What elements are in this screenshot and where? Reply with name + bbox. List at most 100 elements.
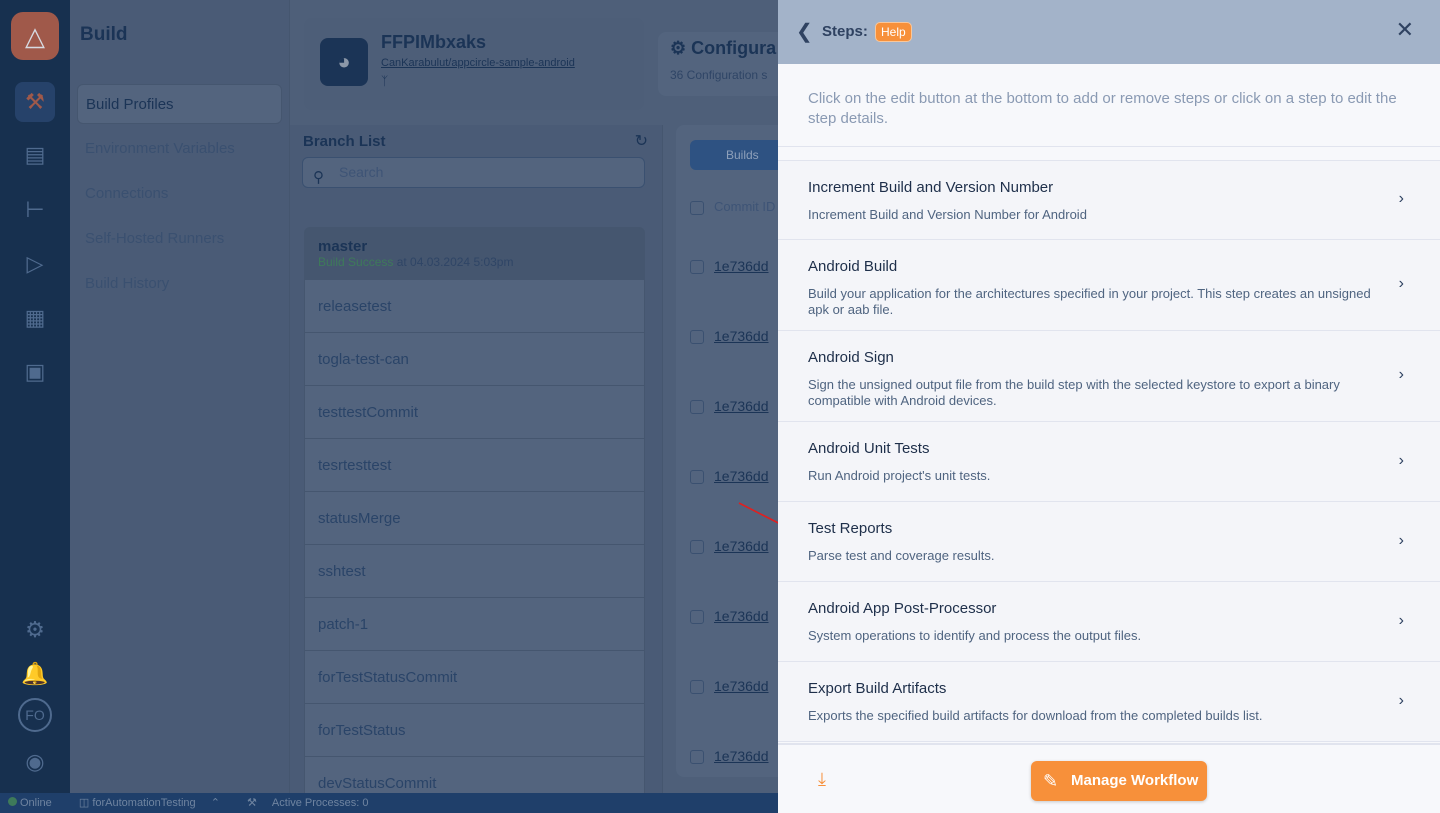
chevron-right-icon[interactable]: ›	[1399, 692, 1404, 710]
commit-id-link[interactable]: 1e736dd	[714, 678, 769, 694]
submenu-connections[interactable]: Connections	[77, 174, 282, 214]
step-item[interactable]: Android Unit Tests Run Android project's …	[778, 422, 1440, 502]
build-status: Build Success	[318, 255, 394, 269]
step-description: System operations to identify and proces…	[808, 628, 1142, 643]
build-hammer-icon[interactable]: ⚒	[15, 82, 55, 122]
user-icon[interactable]: ◉	[15, 742, 55, 782]
row-checkbox[interactable]	[690, 680, 704, 695]
step-title: Android Sign	[808, 349, 894, 366]
branch-item[interactable]: sshtest	[304, 545, 645, 598]
repo-link[interactable]: CanKarabulut/appcircle-sample-android	[381, 57, 575, 69]
signing-identities-icon[interactable]: ▤	[15, 135, 55, 175]
branch-item[interactable]: tesrtesttest	[304, 439, 645, 492]
step-title: Increment Build and Version Number	[808, 179, 1054, 196]
chevron-right-icon[interactable]: ›	[1399, 366, 1404, 384]
commit-row[interactable]: 1e736dd	[690, 678, 769, 695]
commit-id-link[interactable]: 1e736dd	[714, 538, 769, 554]
hammer-icon: ⚒	[247, 797, 260, 809]
submenu-build-profiles[interactable]: Build Profiles	[77, 84, 282, 124]
chevron-right-icon[interactable]: ›	[1399, 532, 1404, 550]
repo-branch-icon: ᛉ	[381, 74, 389, 88]
appcircle-logo-icon[interactable]: △	[11, 12, 59, 60]
drawer-intro: Click on the edit button at the bottom t…	[808, 90, 1397, 127]
commit-row[interactable]: 1e736dd	[690, 468, 769, 485]
commit-id-link[interactable]: 1e736dd	[714, 398, 769, 414]
branch-item[interactable]: togla-test-can	[304, 333, 645, 386]
step-item[interactable]: Export Build Artifacts Exports the specif…	[778, 662, 1440, 742]
configuration-card[interactable]: ⚙ Configura 36 Configuration s	[658, 32, 788, 96]
step-title: Android Build	[808, 258, 898, 275]
row-checkbox[interactable]	[690, 610, 704, 625]
branch-item[interactable]: testtestCommit	[304, 386, 645, 439]
store-submit-icon[interactable]: ▦	[15, 298, 55, 338]
pencil-icon: ✎	[1043, 771, 1059, 791]
drawer-title: Steps:	[822, 23, 868, 40]
row-checkbox[interactable]	[690, 330, 704, 345]
commit-row[interactable]: 1e736dd	[690, 398, 769, 415]
branch-item[interactable]: statusMerge	[304, 492, 645, 545]
online-status: Online	[20, 797, 52, 809]
submenu-self-hosted-runners[interactable]: Self-Hosted Runners	[77, 219, 282, 259]
commit-row[interactable]: 1e736dd	[690, 538, 769, 555]
branch-item[interactable]: forTestStatusCommit	[304, 651, 645, 704]
row-checkbox[interactable]	[690, 750, 704, 765]
commit-id-link[interactable]: 1e736dd	[714, 328, 769, 344]
branch-list-panel: Branch List ↻ ⚲ Search master Build Succe…	[290, 125, 663, 810]
row-checkbox[interactable]	[690, 400, 704, 415]
main-nav: △ ⚒ ▤ ⊢ ▷ ▦ ▣ ⚙ 🔔 FO ◉	[0, 0, 70, 793]
manage-workflow-label: Manage Workflow	[1071, 772, 1199, 789]
chevron-right-icon[interactable]: ›	[1399, 612, 1404, 630]
manage-workflow-button[interactable]: ✎ Manage Workflow	[1031, 761, 1207, 801]
chevron-right-icon[interactable]: ›	[1399, 275, 1404, 293]
refresh-icon[interactable]: ↻	[635, 131, 648, 151]
section-title: Build	[80, 24, 128, 45]
settings-gear-icon[interactable]: ⚙	[15, 610, 55, 650]
commit-id-link[interactable]: 1e736dd	[714, 748, 769, 764]
step-item[interactable]: Android Sign Sign the unsigned output fil…	[778, 331, 1440, 422]
help-badge[interactable]: Help	[875, 22, 912, 42]
drawer-header: ❮ Steps: Help ✕	[778, 0, 1440, 64]
chevron-right-icon[interactable]: ›	[1399, 452, 1404, 470]
organization-switcher[interactable]: ◫ forAutomationTesting ⌃	[79, 797, 232, 809]
chevron-right-icon[interactable]: ›	[1399, 190, 1404, 208]
branch-search-input[interactable]: ⚲ Search	[302, 157, 645, 188]
export-download-icon[interactable]: ⤓	[818, 769, 826, 790]
branch-item[interactable]: forTestStatus	[304, 704, 645, 757]
step-item[interactable]: Test Reports Parse test and coverage resu…	[778, 502, 1440, 582]
branch-list-title: Branch List	[303, 133, 386, 150]
commit-id-link[interactable]: 1e736dd	[714, 258, 769, 274]
branch-item[interactable]: releasetest	[304, 280, 645, 333]
steps-list: Increment Build and Version Number Increm…	[778, 146, 1440, 742]
commit-row[interactable]: 1e736dd	[690, 328, 769, 345]
commit-row[interactable]: 1e736dd	[690, 258, 769, 275]
commit-row[interactable]: 1e736dd	[690, 748, 769, 765]
enterprise-store-icon[interactable]: ▣	[15, 352, 55, 392]
close-icon[interactable]: ✕	[1396, 17, 1414, 43]
select-all-checkbox[interactable]	[690, 200, 704, 215]
commit-id-link[interactable]: 1e736dd	[714, 608, 769, 624]
row-checkbox[interactable]	[690, 470, 704, 485]
step-item[interactable]: Increment Build and Version Number Increm…	[778, 160, 1440, 240]
drawer-footer: ⤓ ✎ Manage Workflow	[778, 743, 1440, 813]
testing-distribution-icon[interactable]: ▷	[15, 244, 55, 284]
distribution-icon[interactable]: ⊢	[15, 190, 55, 230]
branch-item-master[interactable]: master Build Success at 04.03.2024 5:03p…	[304, 227, 645, 280]
row-checkbox[interactable]	[690, 540, 704, 555]
back-chevron-icon[interactable]: ❮	[796, 19, 813, 44]
submenu-environment-variables[interactable]: Environment Variables	[77, 129, 282, 169]
submenu-build-history[interactable]: Build History	[77, 264, 282, 304]
branch-item[interactable]: patch-1	[304, 598, 645, 651]
step-item[interactable]: Android App Post-Processor System operati…	[778, 582, 1440, 662]
dimmed-background-page[interactable]: △ ⚒ ▤ ⊢ ▷ ▦ ▣ ⚙ 🔔 FO ◉ Build Build Profi…	[0, 0, 790, 813]
step-item[interactable]: Android Build Build your application for …	[778, 240, 1440, 331]
configuration-title: Configura	[691, 38, 777, 58]
commit-id-link[interactable]: 1e736dd	[714, 468, 769, 484]
row-checkbox[interactable]	[690, 260, 704, 275]
tab-builds[interactable]: Builds	[690, 140, 790, 170]
step-description: Increment Build and Version Number for A…	[808, 207, 1087, 222]
commit-row[interactable]: 1e736dd	[690, 608, 769, 625]
notification-bell-icon[interactable]: 🔔	[15, 654, 55, 694]
online-status-icon	[8, 797, 17, 806]
build-submenu: Build Build Profiles Environment Variabl…	[70, 0, 290, 793]
avatar[interactable]: FO	[18, 698, 52, 732]
